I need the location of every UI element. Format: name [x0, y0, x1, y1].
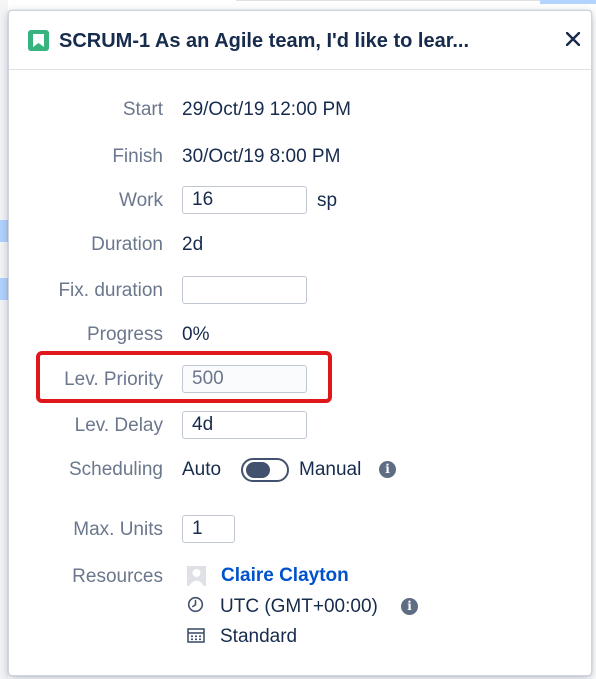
resource-name-link[interactable]: Claire Clayton: [221, 564, 349, 588]
lev-delay-label: Lev. Delay: [74, 415, 163, 436]
story-bookmark-icon: [28, 30, 49, 51]
fix-duration-label: Fix. duration: [58, 280, 163, 301]
background-selection: [0, 278, 8, 300]
clock-icon: [187, 596, 204, 618]
background-panel: [0, 0, 8, 679]
avatar: [187, 566, 206, 586]
max-units-input[interactable]: [182, 515, 235, 543]
work-input[interactable]: [182, 186, 307, 214]
background-selection: [0, 220, 8, 242]
lev-priority-input[interactable]: [182, 365, 307, 393]
max-units-label: Max. Units: [73, 519, 163, 540]
popup-header: SCRUM-1 As an Agile team, I'd like to le…: [9, 11, 591, 70]
scheduling-label: Scheduling: [68, 459, 163, 480]
timezone-info-icon[interactable]: i: [401, 598, 418, 615]
start-value: 29/Oct/19 12:00 PM: [182, 99, 351, 120]
resources-label: Resources: [72, 566, 163, 587]
lev-priority-label: Lev. Priority: [64, 369, 163, 390]
resource-calendar: Standard: [220, 626, 298, 647]
scheduling-manual-label: Manual: [299, 459, 362, 480]
duration-label: Duration: [91, 234, 163, 255]
resource-timezone: UTC (GMT+00:00): [220, 596, 378, 617]
start-label: Start: [122, 99, 163, 120]
duration-value: 2d: [182, 234, 204, 255]
progress-value: 0%: [182, 324, 210, 345]
progress-label: Progress: [86, 324, 163, 345]
toggle-knob: [246, 462, 270, 478]
close-icon[interactable]: [561, 27, 585, 51]
task-details-popup: SCRUM-1 As an Agile team, I'd like to le…: [8, 10, 592, 676]
work-label: Work: [119, 190, 163, 211]
scheduling-auto-label: Auto: [182, 459, 222, 480]
finish-label: Finish: [112, 146, 163, 167]
popup-title: SCRUM-1 As an Agile team, I'd like to le…: [59, 30, 470, 52]
lev-delay-input[interactable]: [182, 411, 307, 439]
fix-duration-input[interactable]: [182, 276, 307, 304]
background-selection: [540, 0, 596, 4]
calendar-icon: [187, 628, 205, 648]
scheduling-toggle[interactable]: [241, 458, 289, 482]
info-icon[interactable]: i: [379, 461, 396, 478]
finish-value: 30/Oct/19 8:00 PM: [182, 146, 341, 167]
work-unit: sp: [317, 190, 338, 211]
